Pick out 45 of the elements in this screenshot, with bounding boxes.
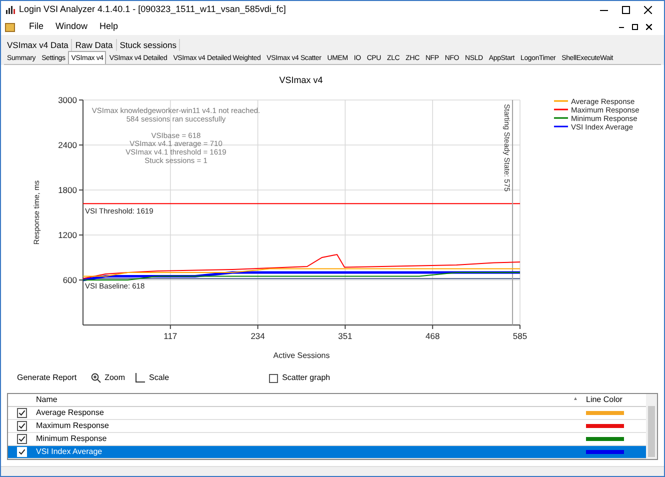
list-row[interactable]: Minimum Response [8, 433, 646, 446]
window-title: Login VSI Analyzer 4.1.40.1 - [090323_1511_w11_vsan_585vdi_fc] [19, 3, 286, 16]
checkbox-label: Scatter graph [282, 372, 330, 384]
zoom-button[interactable]: Zoom [90, 372, 126, 384]
x-tick-label: 585 [512, 331, 528, 341]
axes-icon [135, 373, 146, 383]
checkbox[interactable] [17, 408, 27, 418]
y-tick-label: 600 [62, 275, 77, 285]
close-icon[interactable] [644, 6, 652, 14]
list-row[interactable]: VSI Index Average [8, 446, 646, 459]
series-name: Average Response [36, 407, 105, 419]
series-name: VSI Index Average [36, 446, 104, 458]
chart-title: VSImax v4 [279, 75, 323, 85]
maximize-icon[interactable] [622, 6, 630, 14]
x-tick-label: 117 [164, 331, 178, 341]
y-tick-label: 1200 [58, 230, 77, 240]
column-header[interactable]: Line Color [586, 394, 646, 406]
scale-button[interactable]: Scale [135, 372, 170, 384]
checkbox[interactable] [17, 434, 27, 444]
document-icon [5, 22, 15, 32]
minimize-icon[interactable] [619, 26, 624, 28]
checkbox[interactable] [269, 374, 278, 382]
tab[interactable]: VSImax v4 Data [4, 39, 72, 51]
checkbox[interactable] [17, 421, 27, 431]
menu-item[interactable]: Window [50, 20, 94, 34]
series-name: Maximum Response [36, 420, 110, 432]
list-row[interactable]: Maximum Response [8, 420, 646, 433]
zoom-icon [90, 373, 101, 383]
x-tick-label: 351 [338, 331, 352, 341]
y-tick-label: 3000 [58, 95, 77, 105]
menu-item[interactable]: File [23, 20, 50, 34]
column-header[interactable]: Name [36, 394, 574, 406]
series-name: Minimum Response [36, 433, 108, 445]
y-tick-label: 2400 [58, 140, 77, 150]
menu-item[interactable]: Help [94, 20, 124, 34]
y-tick-label: 1800 [58, 185, 77, 195]
x-tick-label: 234 [250, 331, 265, 341]
scrollbar[interactable] [646, 394, 657, 459]
generate-report-button[interactable]: Generate Report [17, 372, 77, 384]
restore-icon[interactable] [632, 24, 638, 30]
close-icon[interactable] [646, 24, 652, 30]
app-icon [5, 5, 15, 15]
list-row[interactable]: Average Response [8, 407, 646, 420]
x-axis-title: Active Sessions [273, 351, 330, 360]
x-tick-label: 468 [426, 331, 440, 341]
